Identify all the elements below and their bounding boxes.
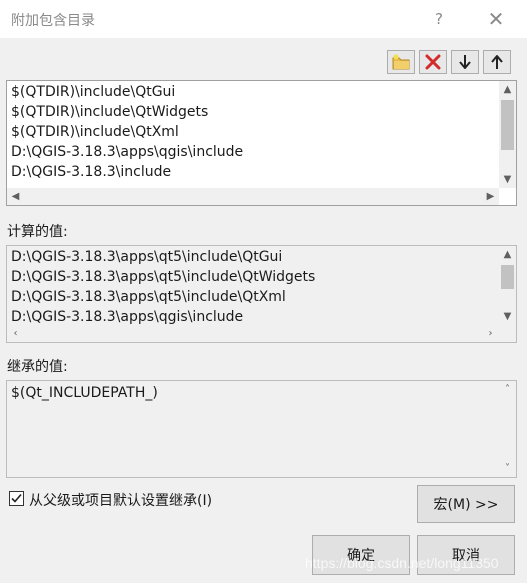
- evaluated-rows: D:\QGIS-3.18.3\apps\qt5\include\QtGui D:…: [11, 247, 315, 327]
- evaluated-values-label: 计算的值:: [7, 224, 68, 240]
- move-up-button[interactable]: [483, 50, 511, 74]
- close-button[interactable]: ✕: [481, 6, 511, 32]
- checkmark-icon: [11, 493, 22, 503]
- scroll-left-icon[interactable]: ◀: [7, 188, 24, 205]
- window-title: 附加包含目录: [11, 13, 95, 29]
- vertical-scrollbar[interactable]: ▲ ▼: [499, 246, 516, 325]
- scroll-thumb[interactable]: [501, 100, 514, 150]
- help-button[interactable]: ?: [424, 6, 454, 32]
- inherited-values-label: 继承的值:: [7, 359, 68, 375]
- scroll-up-icon[interactable]: ▲: [499, 246, 516, 263]
- scroll-left-icon[interactable]: ‹: [7, 325, 24, 342]
- list-item: D:\QGIS-3.18.3\apps\qt5\include\QtXml: [11, 289, 286, 305]
- scroll-down-icon[interactable]: ˅: [499, 460, 516, 477]
- horizontal-scrollbar[interactable]: ◀ ▶: [7, 188, 499, 205]
- vertical-scrollbar[interactable]: ˄ ˅: [499, 381, 516, 477]
- list-item: D:\QGIS-3.18.3\apps\qt5\include\QtWidget…: [11, 269, 316, 285]
- include-directories-list[interactable]: $(QTDIR)\include\QtGui $(QTDIR)\include\…: [6, 80, 517, 206]
- list-item: D:\QGIS-3.18.3\apps\qt5\include\QtGui: [11, 249, 283, 265]
- new-folder-icon: [392, 54, 410, 70]
- list-item: D:\QGIS-3.18.3\apps\qgis\include: [11, 309, 244, 325]
- title-bar: 附加包含目录 ? ✕: [0, 0, 527, 38]
- inherit-checkbox[interactable]: [9, 491, 24, 506]
- scroll-down-icon[interactable]: ▼: [499, 171, 516, 188]
- scroll-up-icon[interactable]: ▲: [499, 81, 516, 98]
- list-item[interactable]: D:\QGIS-3.18.3\include: [11, 162, 243, 182]
- inherit-checkbox-label[interactable]: 从父级或项目默认设置继承(I): [29, 490, 212, 510]
- scroll-up-icon[interactable]: ˄: [499, 381, 516, 398]
- scroll-right-icon[interactable]: ▶: [482, 188, 499, 205]
- list-item[interactable]: $(QTDIR)\include\QtGui: [11, 82, 243, 102]
- macros-button[interactable]: 宏(M) >>: [417, 485, 515, 523]
- delete-x-icon: [425, 54, 441, 70]
- scroll-right-icon[interactable]: ›: [482, 325, 499, 342]
- include-rows: $(QTDIR)\include\QtGui $(QTDIR)\include\…: [11, 82, 243, 182]
- list-item[interactable]: $(QTDIR)\include\QtWidgets: [11, 102, 243, 122]
- scroll-down-icon[interactable]: ▼: [499, 308, 516, 325]
- vertical-scrollbar[interactable]: ▲ ▼: [499, 81, 516, 188]
- scroll-thumb[interactable]: [501, 265, 514, 289]
- evaluated-values-list[interactable]: D:\QGIS-3.18.3\apps\qt5\include\QtGui D:…: [6, 245, 517, 343]
- list-item[interactable]: D:\QGIS-3.18.3\apps\qgis\include: [11, 142, 243, 162]
- move-down-button[interactable]: [451, 50, 479, 74]
- delete-line-button[interactable]: [419, 50, 447, 74]
- list-item: $(Qt_INCLUDEPATH_): [11, 385, 158, 401]
- inherited-values-list[interactable]: $(Qt_INCLUDEPATH_) ˄ ˅: [6, 380, 517, 478]
- horizontal-scrollbar[interactable]: ‹ ›: [7, 325, 499, 342]
- inherited-rows: $(Qt_INCLUDEPATH_): [11, 383, 158, 403]
- arrow-down-icon: [459, 55, 471, 69]
- watermark: https://blog.csdn.net/long11350: [305, 555, 499, 571]
- arrow-up-icon: [491, 55, 503, 69]
- new-line-button[interactable]: [387, 50, 415, 74]
- list-item[interactable]: $(QTDIR)\include\QtXml: [11, 122, 243, 142]
